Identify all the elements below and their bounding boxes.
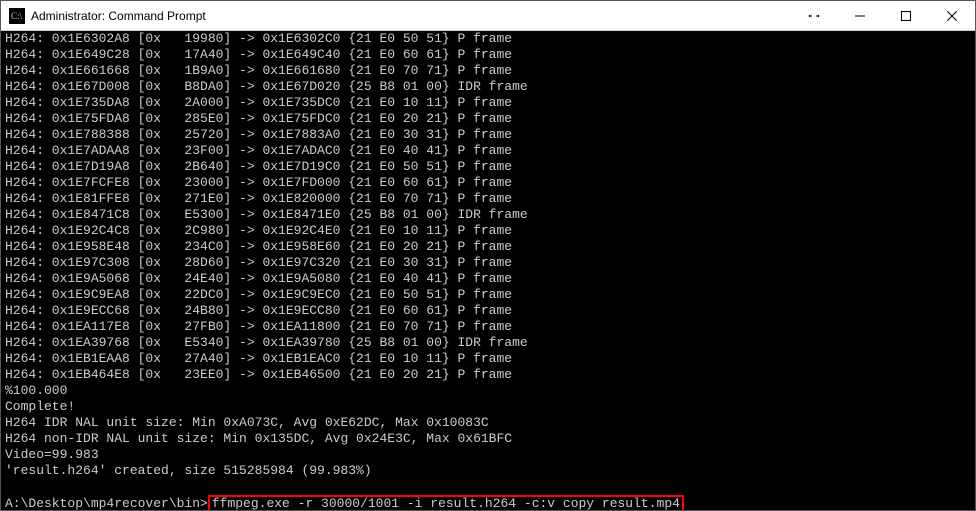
- output-line: H264: 0x1E67D008 [0x B8DA0] -> 0x1E67D02…: [5, 79, 971, 95]
- prompt-path: A:\Desktop\mp4recover\bin>: [5, 496, 208, 510]
- output-text: H264: 0x1E7FCFE8 [0x 23000] -> 0x1E7FD00…: [5, 175, 512, 190]
- output-line: H264: 0x1EA39768 [0x E5340] -> 0x1EA3978…: [5, 335, 971, 351]
- output-line: H264: 0x1E661668 [0x 1B9A0] -> 0x1E66168…: [5, 63, 971, 79]
- output-line: H264: 0x1E788388 [0x 25720] -> 0x1E7883A…: [5, 127, 971, 143]
- output-text: H264: 0x1EB464E8 [0x 23EE0] -> 0x1EB4650…: [5, 367, 512, 382]
- output-line: H264: 0x1E75FDA8 [0x 285E0] -> 0x1E75FDC…: [5, 111, 971, 127]
- output-line: H264: 0x1E8471C8 [0x E5300] -> 0x1E8471E…: [5, 207, 971, 223]
- output-line: H264: 0x1EB1EAA8 [0x 27A40] -> 0x1EB1EAC…: [5, 351, 971, 367]
- maximize-button[interactable]: [883, 1, 929, 31]
- output-line: Complete!: [5, 399, 971, 415]
- output-text: H264 non-IDR NAL unit size: Min 0x135DC,…: [5, 431, 512, 446]
- output-line: H264 IDR NAL unit size: Min 0xA073C, Avg…: [5, 415, 971, 431]
- output-line: H264: 0x1E7ADAA8 [0x 23F00] -> 0x1E7ADAC…: [5, 143, 971, 159]
- output-text: H264: 0x1E9A5068 [0x 24E40] -> 0x1E9A508…: [5, 271, 512, 286]
- output-line: H264: 0x1E97C308 [0x 28D60] -> 0x1E97C32…: [5, 255, 971, 271]
- output-text: Video=99.983: [5, 447, 99, 462]
- output-line: H264: 0x1E9A5068 [0x 24E40] -> 0x1E9A508…: [5, 271, 971, 287]
- output-text: H264: 0x1EA117E8 [0x 27FB0] -> 0x1EA1180…: [5, 319, 512, 334]
- output-line: 'result.h264' created, size 515285984 (9…: [5, 463, 971, 479]
- close-button[interactable]: [929, 1, 975, 31]
- output-text: %100.000: [5, 383, 67, 398]
- output-line: H264: 0x1E81FFE8 [0x 271E0] -> 0x1E82000…: [5, 191, 971, 207]
- window-title: Administrator: Command Prompt: [31, 9, 206, 23]
- output-line: H264: 0x1E7FCFE8 [0x 23000] -> 0x1E7FD00…: [5, 175, 971, 191]
- output-text: H264: 0x1E649C28 [0x 17A40] -> 0x1E649C4…: [5, 47, 512, 62]
- output-text: H264: 0x1E661668 [0x 1B9A0] -> 0x1E66168…: [5, 63, 512, 78]
- output-line: %100.000: [5, 383, 971, 399]
- output-line: H264: 0x1E92C4C8 [0x 2C980] -> 0x1E92C4E…: [5, 223, 971, 239]
- cmd-icon: C:\: [9, 8, 25, 24]
- output-line: H264: 0x1EB464E8 [0x 23EE0] -> 0x1EB4650…: [5, 367, 971, 383]
- output-line: H264: 0x1E9C9EA8 [0x 22DC0] -> 0x1E9C9EC…: [5, 287, 971, 303]
- output-text: H264: 0x1E788388 [0x 25720] -> 0x1E7883A…: [5, 127, 512, 142]
- output-text: H264: 0x1E735DA8 [0x 2A000] -> 0x1E735DC…: [5, 95, 512, 110]
- output-line: H264: 0x1E9ECC68 [0x 24B80] -> 0x1E9ECC8…: [5, 303, 971, 319]
- minimize-button[interactable]: [837, 1, 883, 31]
- resize-hint-icon: [791, 1, 837, 31]
- output-text: H264: 0x1E92C4C8 [0x 2C980] -> 0x1E92C4E…: [5, 223, 512, 238]
- titlebar: C:\ Administrator: Command Prompt: [1, 1, 975, 31]
- output-text: H264: 0x1E9ECC68 [0x 24B80] -> 0x1E9ECC8…: [5, 303, 512, 318]
- output-text: H264: 0x1E75FDA8 [0x 285E0] -> 0x1E75FDC…: [5, 111, 512, 126]
- output-line: H264 non-IDR NAL unit size: Min 0x135DC,…: [5, 431, 971, 447]
- output-text: H264: 0x1E7D19A8 [0x 2B640] -> 0x1E7D19C…: [5, 159, 512, 174]
- output-line: H264: 0x1E735DA8 [0x 2A000] -> 0x1E735DC…: [5, 95, 971, 111]
- output-text: H264: 0x1EA39768 [0x E5340] -> 0x1EA3978…: [5, 335, 528, 350]
- output-text: H264: 0x1E97C308 [0x 28D60] -> 0x1E97C32…: [5, 255, 512, 270]
- output-text: Complete!: [5, 399, 75, 414]
- output-line: H264: 0x1E7D19A8 [0x 2B640] -> 0x1E7D19C…: [5, 159, 971, 175]
- output-text: H264: 0x1E8471C8 [0x E5300] -> 0x1E8471E…: [5, 207, 528, 222]
- output-text: [5, 479, 13, 494]
- typed-command[interactable]: ffmpeg.exe -r 30000/1001 -i result.h264 …: [208, 495, 684, 510]
- output-line: [5, 479, 971, 495]
- output-line: Video=99.983: [5, 447, 971, 463]
- output-text: H264: 0x1E7ADAA8 [0x 23F00] -> 0x1E7ADAC…: [5, 143, 512, 158]
- output-text: H264: 0x1E6302A8 [0x 19980] -> 0x1E6302C…: [5, 31, 512, 46]
- output-text: H264 IDR NAL unit size: Min 0xA073C, Avg…: [5, 415, 489, 430]
- output-line: H264: 0x1E649C28 [0x 17A40] -> 0x1E649C4…: [5, 47, 971, 63]
- prompt-line: A:\Desktop\mp4recover\bin>ffmpeg.exe -r …: [5, 495, 971, 510]
- output-line: H264: 0x1E6302A8 [0x 19980] -> 0x1E6302C…: [5, 31, 971, 47]
- output-text: H264: 0x1E67D008 [0x B8DA0] -> 0x1E67D02…: [5, 79, 528, 94]
- output-text: 'result.h264' created, size 515285984 (9…: [5, 463, 372, 478]
- output-text: H264: 0x1E958E48 [0x 234C0] -> 0x1E958E6…: [5, 239, 512, 254]
- output-text: H264: 0x1EB1EAA8 [0x 27A40] -> 0x1EB1EAC…: [5, 351, 512, 366]
- terminal-output[interactable]: H264: 0x1E6302A8 [0x 19980] -> 0x1E6302C…: [1, 31, 975, 510]
- svg-text:C:\: C:\: [11, 11, 23, 21]
- output-text: H264: 0x1E81FFE8 [0x 271E0] -> 0x1E82000…: [5, 191, 512, 206]
- output-line: H264: 0x1E958E48 [0x 234C0] -> 0x1E958E6…: [5, 239, 971, 255]
- output-text: H264: 0x1E9C9EA8 [0x 22DC0] -> 0x1E9C9EC…: [5, 287, 512, 302]
- output-line: H264: 0x1EA117E8 [0x 27FB0] -> 0x1EA1180…: [5, 319, 971, 335]
